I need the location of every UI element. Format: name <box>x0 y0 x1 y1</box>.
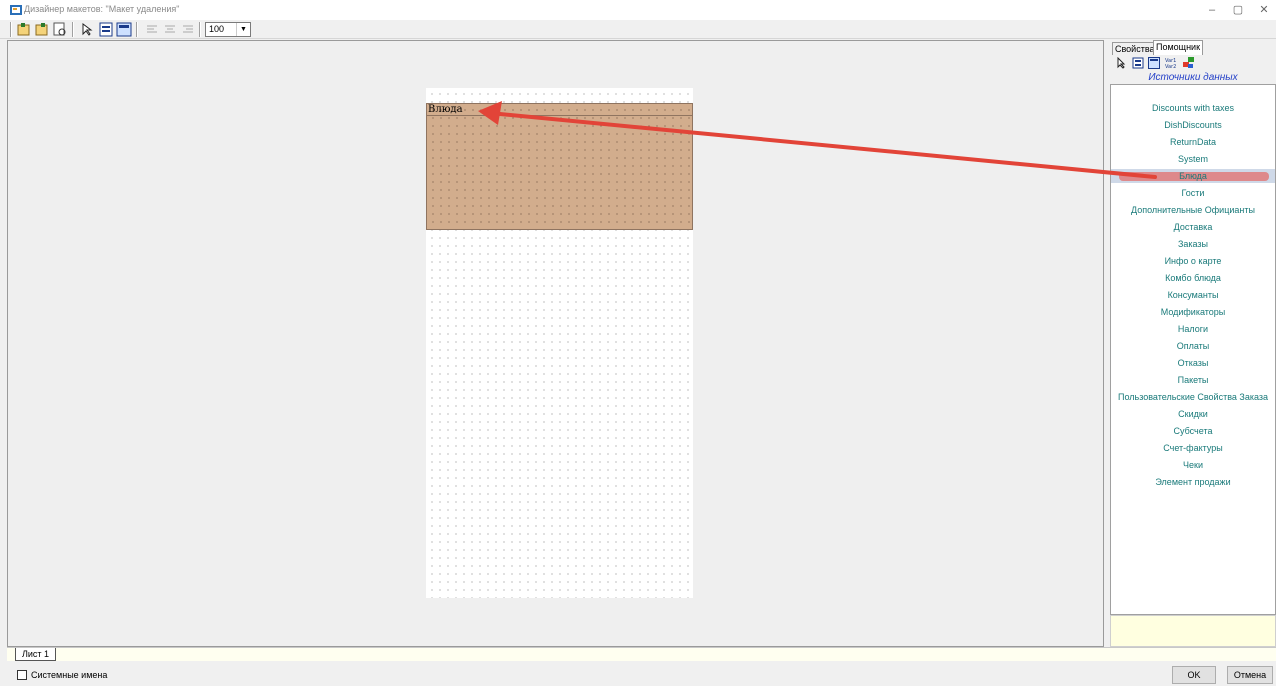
zoom-value: 100 <box>209 24 225 34</box>
data-source-item[interactable]: Гости <box>1111 186 1275 200</box>
close-button[interactable]: ✕ <box>1250 2 1276 18</box>
ok-button[interactable]: OK <box>1172 666 1216 684</box>
data-source-label: Заказы <box>1177 239 1209 249</box>
system-names-label: Системные имена <box>31 670 108 680</box>
data-source-label: Субсчета <box>1173 426 1213 436</box>
data-source-item[interactable]: ReturnData <box>1111 135 1275 149</box>
data-source-label: Discounts with taxes <box>1151 103 1235 113</box>
data-source-item[interactable]: Доставка <box>1111 220 1275 234</box>
pointer-icon[interactable] <box>1116 57 1128 69</box>
zoom-select[interactable]: 100 ▼ <box>205 22 251 37</box>
data-source-icon[interactable] <box>1182 56 1196 70</box>
data-source-item[interactable]: Discounts with taxes <box>1111 101 1275 115</box>
band-label: Влюда <box>428 104 463 115</box>
toolbar-separator <box>10 22 12 37</box>
data-source-label: System <box>1177 154 1208 164</box>
data-source-label: Пакеты <box>1177 375 1209 385</box>
data-sources-title: Источники данных <box>1148 72 1238 83</box>
data-source-label: Комбо блюда <box>1165 273 1221 283</box>
band-icon[interactable] <box>98 22 114 37</box>
tab-properties[interactable]: Свойства <box>1112 42 1158 55</box>
align-left-icon[interactable] <box>144 22 160 37</box>
data-source-label: Пользовательские Свойства Заказа <box>1117 392 1268 402</box>
align-center-icon[interactable] <box>162 22 178 37</box>
app-icon <box>10 5 22 15</box>
data-source-label: ReturnData <box>1169 137 1217 147</box>
report-band[interactable]: Влюда <box>426 103 693 230</box>
assistant-toolbar: Var1 Var2 <box>1114 56 1274 72</box>
sheet-tab-bar: Лист 1 <box>7 647 1276 661</box>
data-source-item[interactable]: Отказы <box>1111 356 1275 370</box>
data-source-item[interactable]: Налоги <box>1111 322 1275 336</box>
data-source-label: Доставка <box>1173 222 1213 232</box>
tab-assistant[interactable]: Помощник <box>1153 40 1204 55</box>
data-sources-list: Discounts with taxes DishDiscounts ReturnD… <box>1110 84 1276 615</box>
title-bar: Дизайнер макетов: "Макет удаления" – ▢ ✕ <box>0 0 1276 20</box>
band-header-icon[interactable] <box>116 22 132 37</box>
data-source-label: Модификаторы <box>1160 307 1226 317</box>
add-page-icon[interactable] <box>34 22 50 37</box>
preview-icon[interactable] <box>52 22 68 37</box>
align-right-icon[interactable] <box>180 22 196 37</box>
data-source-label: Консуманты <box>1167 290 1219 300</box>
hint-area <box>1110 615 1276 647</box>
toolbar-separator <box>72 22 74 37</box>
cancel-button[interactable]: Отмена <box>1227 666 1273 684</box>
designer-window: Дизайнер макетов: "Макет удаления" – ▢ ✕ <box>0 0 1276 686</box>
data-source-item[interactable]: Пользовательские Свойства Заказа <box>1111 390 1275 404</box>
data-source-item[interactable]: Чеки <box>1111 458 1275 472</box>
chevron-down-icon[interactable]: ▼ <box>236 23 250 36</box>
data-source-item[interactable]: Счет-фактуры <box>1111 441 1275 455</box>
maximize-button[interactable]: ▢ <box>1224 2 1252 18</box>
data-source-item[interactable]: Элемент продажи <box>1111 475 1275 489</box>
minimize-button[interactable]: – <box>1198 2 1226 18</box>
data-source-item[interactable]: Комбо блюда <box>1111 271 1275 285</box>
pointer-icon[interactable] <box>80 22 96 37</box>
data-source-label: Отказы <box>1177 358 1209 368</box>
system-names-checkbox[interactable] <box>17 670 27 680</box>
data-source-label: Налоги <box>1177 324 1209 334</box>
sheet-tab[interactable]: Лист 1 <box>15 648 57 661</box>
toolbar-separator <box>136 22 138 37</box>
band-header-icon[interactable] <box>1148 57 1160 69</box>
data-source-item[interactable]: Консуманты <box>1111 288 1275 302</box>
data-source-item[interactable]: DishDiscounts <box>1111 118 1275 132</box>
band-header[interactable]: Влюда <box>427 104 692 116</box>
data-source-label: Оплаты <box>1176 341 1210 351</box>
right-panel-tabs: Свойства Помощник <box>1110 40 1276 55</box>
data-source-label: Скидки <box>1178 409 1208 419</box>
data-source-label: DishDiscounts <box>1164 120 1222 130</box>
data-source-item[interactable]: Дополнительные Официанты <box>1111 203 1275 217</box>
data-source-item[interactable]: Оплаты <box>1111 339 1275 353</box>
variables-icon[interactable]: Var1 Var2 <box>1164 57 1178 69</box>
data-source-label: Счет-фактуры <box>1163 443 1223 453</box>
data-source-item[interactable]: Субсчета <box>1111 424 1275 438</box>
new-page-icon[interactable] <box>16 22 32 37</box>
svg-text:Var2: Var2 <box>1165 64 1176 69</box>
data-source-item[interactable]: Пакеты <box>1111 373 1275 387</box>
data-source-item[interactable]: Модификаторы <box>1111 305 1275 319</box>
data-source-label: Элемент продажи <box>1155 477 1231 487</box>
data-source-label: Дополнительные Официанты <box>1131 205 1255 215</box>
toolbar: 100 ▼ <box>0 20 1276 39</box>
band-icon[interactable] <box>1132 57 1144 69</box>
data-source-item[interactable]: Заказы <box>1111 237 1275 251</box>
window-title: Дизайнер макетов: "Макет удаления" <box>24 4 180 14</box>
data-source-item[interactable]: Скидки <box>1111 407 1275 421</box>
design-surface[interactable]: Влюда <box>7 40 1104 647</box>
data-source-label: Инфо о карте <box>1164 256 1222 266</box>
toolbar-separator <box>199 22 201 37</box>
data-source-item[interactable]: Инфо о карте <box>1111 254 1275 268</box>
data-source-label: Гости <box>1181 188 1205 198</box>
data-source-label: Блюда <box>1179 171 1207 181</box>
data-source-label: Чеки <box>1183 460 1203 470</box>
data-source-item[interactable]: System <box>1111 152 1275 166</box>
data-source-item[interactable]: Блюда <box>1111 169 1275 183</box>
